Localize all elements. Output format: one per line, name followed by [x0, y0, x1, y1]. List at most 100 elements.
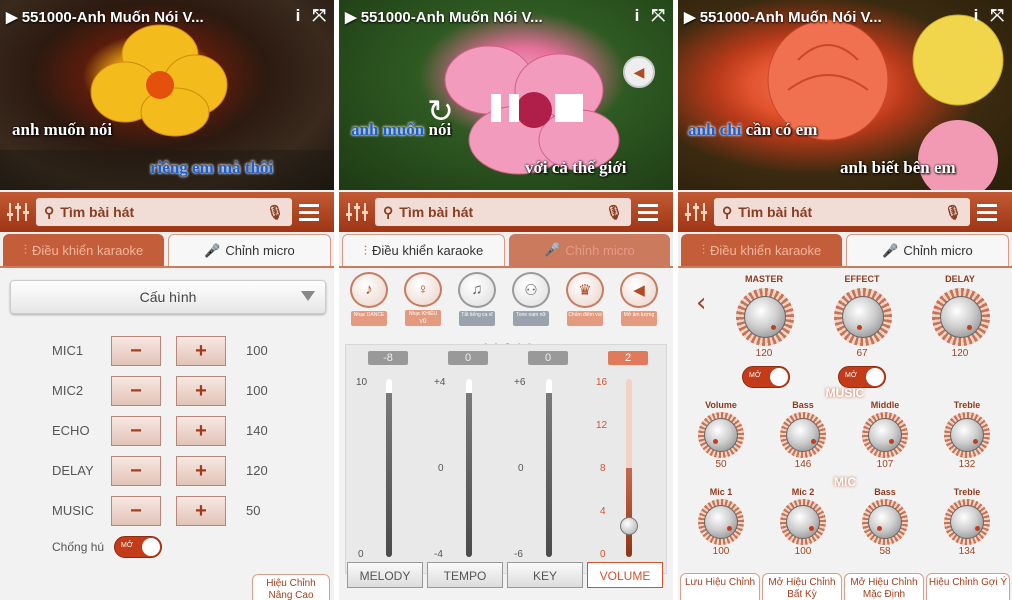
anti-howl-toggle[interactable]: MỞ — [114, 536, 162, 558]
lyric-line-2: anh biết bên em — [840, 158, 956, 177]
fullscreen-icon[interactable]: ⤧ — [312, 6, 326, 26]
melody-value: -8 — [368, 351, 408, 365]
key-button[interactable]: KEY — [507, 562, 583, 588]
advanced-micro-content: ‹ MASTER 120 EFFECT 67 DELAY 120 MỞ MỞ M… — [678, 266, 1012, 600]
master-label: MASTER — [745, 274, 783, 284]
melody-tick-max: 10 — [356, 377, 368, 388]
search-icon: ⚲ — [722, 203, 733, 220]
fullscreen-icon[interactable]: ⤧ — [990, 6, 1004, 26]
chevron-down-icon — [301, 291, 315, 301]
video-area[interactable]: ▶ 551000-Anh Muốn Nói V... i ⤧ anh chỉ cầ… — [678, 0, 1012, 190]
search-box[interactable]: ⚲ Tìm bài hát 🎙 — [36, 198, 292, 226]
mic1-knob[interactable] — [698, 499, 744, 545]
delay-knob[interactable] — [932, 288, 990, 346]
info-icon[interactable]: i — [635, 6, 640, 26]
tab-micro-settings[interactable]: 🎤 Chỉnh micro — [509, 234, 670, 266]
volume-icon[interactable]: ◀ — [623, 56, 655, 88]
effect-duet-tone[interactable]: ⚇ Tone nam nữ — [511, 272, 551, 326]
microphone-icon[interactable]: 🎙 — [944, 204, 962, 221]
video-area[interactable]: ▶ 551000-Anh Muốn Nói V... i ⤧ anh muốn n… — [0, 0, 334, 190]
mic2-minus-button[interactable]: − — [111, 376, 161, 406]
mic-treble-knob[interactable] — [944, 499, 990, 545]
mic1-plus-button[interactable]: + — [176, 336, 226, 366]
mic2-knob[interactable] — [780, 499, 826, 545]
mic2-value: 100 — [794, 546, 812, 557]
advanced-micro-panel: ▶ 551000-Anh Muốn Nói V... i ⤧ anh chỉ cầ… — [678, 0, 1012, 600]
music-volume-knob[interactable] — [698, 412, 744, 458]
effect-knob[interactable] — [834, 288, 892, 346]
tab-karaoke-control[interactable]: ⫶ Điều khiển karaoke — [342, 234, 505, 266]
echo-minus-button[interactable]: − — [111, 416, 161, 446]
delay-plus-button[interactable]: + — [176, 456, 226, 486]
music-middle-knob[interactable] — [862, 412, 908, 458]
tab-karaoke-control[interactable]: ⫶ Điều khiển karaoke — [3, 234, 164, 266]
key-tick-mid: 0 — [518, 463, 524, 474]
mic2-plus-button[interactable]: + — [176, 376, 226, 406]
microphone-icon: 🎤 — [204, 242, 221, 258]
volume-slider-thumb[interactable] — [620, 517, 638, 535]
search-box[interactable]: ⚲ Tìm bài hát 🎙 — [714, 198, 970, 226]
advanced-settings-button[interactable]: Hiệu Chỉnh Nâng Cao — [252, 574, 330, 600]
music-minus-button[interactable]: − — [111, 496, 161, 526]
config-dropdown[interactable]: Cấu hình — [10, 280, 326, 314]
delay-minus-button[interactable]: − — [111, 456, 161, 486]
duet-icon: ⚇ — [512, 272, 550, 308]
open-any-settings-button[interactable]: Mở Hiệu Chỉnh Bất Kỳ — [762, 573, 842, 600]
effect-mute-singer[interactable]: ♫ Tắt tiếng ca sĩ — [457, 272, 497, 326]
melody-slider[interactable] — [386, 379, 392, 557]
fullscreen-icon[interactable]: ⤧ — [651, 6, 665, 26]
menu-icon[interactable] — [292, 203, 326, 221]
menu-icon[interactable] — [631, 203, 665, 221]
master-toggle[interactable]: MỞ — [742, 366, 790, 388]
equalizer-icon[interactable] — [678, 192, 714, 232]
back-chevron-icon[interactable]: ‹ — [696, 288, 706, 318]
echo-plus-button[interactable]: + — [176, 416, 226, 446]
effect-toggle[interactable]: MỞ — [838, 366, 886, 388]
tempo-slider[interactable] — [466, 379, 472, 557]
microphone-icon[interactable]: 🎙 — [266, 204, 284, 221]
volume-button[interactable]: VOLUME — [587, 562, 663, 588]
tab-karaoke-control[interactable]: ⫶ Điều khiển karaoke — [681, 234, 842, 266]
micro-settings-content: Cấu hình MIC1− +100 MIC2− +100 ECHO − +140 D… — [0, 266, 334, 600]
mic-settings-panel: ▶ 551000-Anh Muốn Nói V... i ⤧ anh muốn n… — [0, 0, 334, 600]
microphone-icon[interactable]: 🎙 — [605, 204, 623, 221]
suggested-settings-button[interactable]: Hiệu Chỉnh Gợi Ý — [926, 573, 1010, 600]
equalizer-icon[interactable] — [0, 192, 36, 232]
effect-dance[interactable]: ♪ Nhạc DANCE — [349, 272, 389, 326]
microphone-icon: 🎤 — [544, 242, 561, 257]
mic-bass-value: 58 — [879, 546, 891, 557]
mic-bass-knob[interactable] — [862, 499, 908, 545]
video-area[interactable]: ▶ 551000-Anh Muốn Nói V... i ⤧ ◀ ↻ anh mu… — [339, 0, 673, 190]
anti-howl-label: Chống hú — [52, 540, 105, 554]
effect-volume[interactable]: ◀ Mở âm lượng — [619, 272, 659, 326]
pause-icon[interactable] — [491, 94, 521, 122]
tab-bar: ⫶ Điều khiển karaoke 🎤 Chỉnh micro — [678, 234, 1012, 266]
open-default-settings-button[interactable]: Mở Hiệu Chỉnh Mặc Định — [844, 573, 924, 600]
stop-icon[interactable] — [555, 94, 583, 122]
tempo-button[interactable]: TEMPO — [427, 562, 503, 588]
effect-ballroom[interactable]: ♀ Nhạc KHIÊU VŨ — [403, 272, 443, 326]
music-plus-button[interactable]: + — [176, 496, 226, 526]
music-middle-label: Middle — [870, 400, 900, 410]
key-slider[interactable] — [546, 379, 552, 557]
save-settings-button[interactable]: Lưu Hiệu Chỉnh — [680, 573, 760, 600]
effect-scoring[interactable]: ♛ Chấm điểm vui — [565, 272, 605, 326]
tempo-tick-mid: 0 — [438, 463, 444, 474]
karaoke-control-panel: ▶ 551000-Anh Muốn Nói V... i ⤧ ◀ ↻ anh mu… — [339, 0, 673, 600]
info-icon[interactable]: i — [296, 6, 301, 26]
karaoke-control-content: ♪ Nhạc DANCE ♀ Nhạc KHIÊU VŨ ♫ Tắt tiếng ca… — [339, 266, 673, 600]
top-bar: ⚲ Tìm bài hát 🎙 — [0, 192, 334, 232]
search-box[interactable]: ⚲ Tìm bài hát 🎙 — [375, 198, 631, 226]
music-bass-knob[interactable] — [780, 412, 826, 458]
master-knob[interactable] — [736, 288, 794, 346]
top-bar: ⚲ Tìm bài hát 🎙 — [339, 192, 673, 232]
tab-micro-settings[interactable]: 🎤 Chỉnh micro — [846, 234, 1009, 266]
trophy-icon: ♛ — [566, 272, 604, 308]
music-treble-knob[interactable] — [944, 412, 990, 458]
equalizer-icon[interactable] — [339, 192, 375, 232]
tab-micro-settings[interactable]: 🎤 Chỉnh micro — [168, 234, 331, 266]
melody-button[interactable]: MELODY — [347, 562, 423, 588]
mic1-minus-button[interactable]: − — [111, 336, 161, 366]
menu-icon[interactable] — [970, 203, 1004, 221]
info-icon[interactable]: i — [974, 6, 979, 26]
